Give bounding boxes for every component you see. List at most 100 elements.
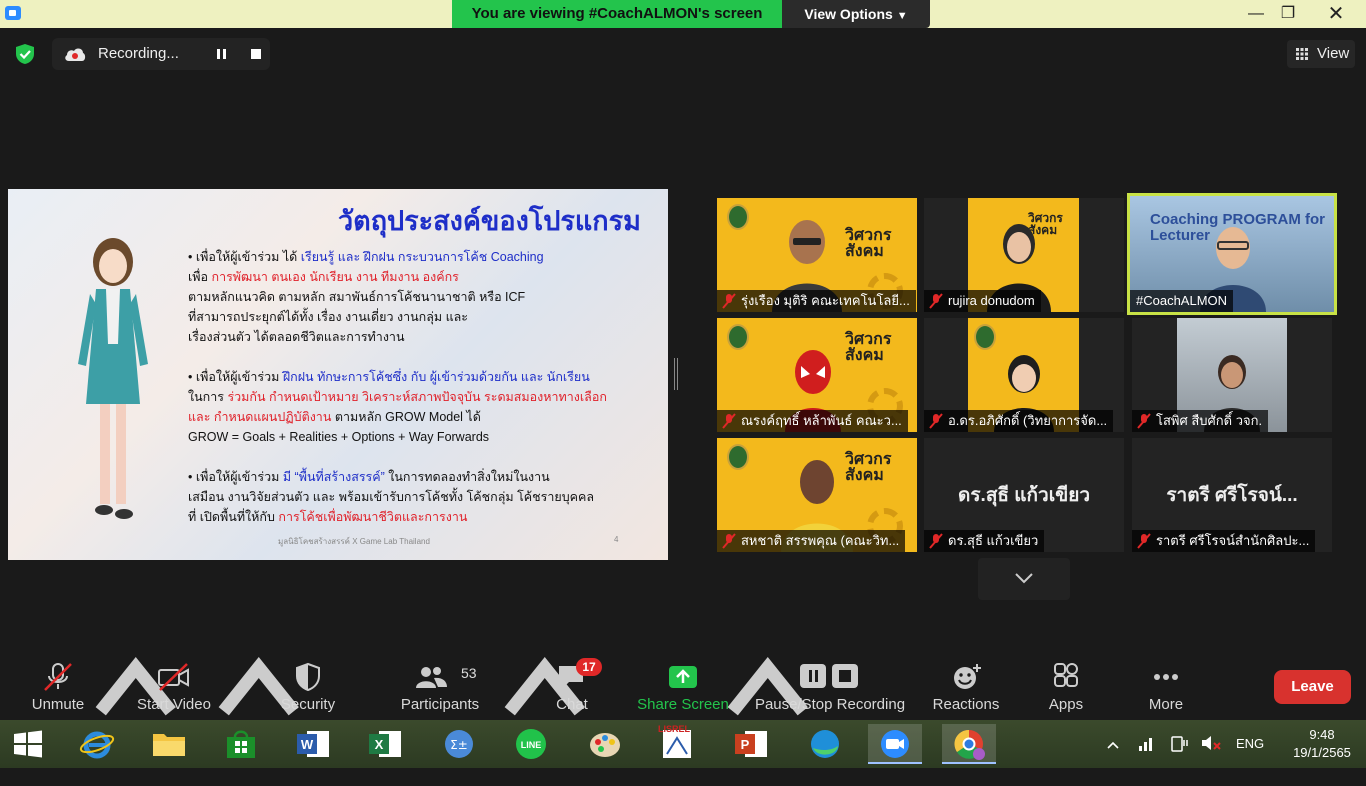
apps-button[interactable]: Apps xyxy=(1032,650,1100,720)
zoom-app-icon xyxy=(881,730,909,758)
tile-brand-text: วิศวกร สังคม xyxy=(845,227,892,260)
participant-tile[interactable]: วิศวกร สังคม ณรงค์ฤทธิ์ หล้าพันธ์ คณะว..… xyxy=(717,318,917,432)
taskbar-zoom[interactable] xyxy=(868,724,922,764)
slide-text-highlight: ร่วมกัน กำหนดเป้าหมาย วิเคราะห์สภาพปัจจุ… xyxy=(227,390,607,404)
viewing-banner: You are viewing #CoachALMON's screen xyxy=(452,0,782,28)
encryption-shield-icon[interactable] xyxy=(14,43,36,65)
stop-recording-button[interactable] xyxy=(242,42,270,66)
chat-button[interactable]: 17 Chat xyxy=(536,650,608,720)
reactions-button[interactable]: Reactions xyxy=(926,650,1006,720)
muted-mic-icon xyxy=(929,293,943,309)
taskbar-ie[interactable] xyxy=(70,724,124,764)
windows-logo-icon xyxy=(14,730,42,758)
network-signal-icon[interactable] xyxy=(1138,734,1156,782)
muted-mic-icon xyxy=(722,533,736,549)
more-dots-icon xyxy=(1154,674,1178,680)
grid-icon xyxy=(1296,48,1308,60)
taskbar-math-app[interactable]: Σ± xyxy=(432,724,486,764)
active-speaker-tile[interactable]: Coaching PROGRAM for Lecturer #CoachALMO… xyxy=(1127,193,1337,315)
participant-tile[interactable]: โสพิศ สืบศักดิ์ วจก. xyxy=(1132,318,1332,432)
slide-text: เสมือน งานวิจัยส่วนตัว และ พร้อมเข้ารับก… xyxy=(188,490,595,504)
svg-text:Σ±: Σ± xyxy=(450,738,468,752)
pause-recording-button[interactable] xyxy=(208,42,236,66)
more-button[interactable]: More xyxy=(1132,650,1200,720)
taskbar-chrome[interactable] xyxy=(942,724,996,764)
restore-button[interactable]: ❐ xyxy=(1268,0,1308,28)
taskbar-store[interactable] xyxy=(214,724,268,764)
participant-tile[interactable]: ดร.สุธี แก้วเขียว ดร.สุธี แก้วเขียว xyxy=(924,438,1124,552)
taskbar-word[interactable]: W xyxy=(286,724,340,764)
paint-palette-icon xyxy=(590,733,620,757)
start-button[interactable] xyxy=(2,724,56,764)
muted-mic-icon xyxy=(722,293,736,309)
view-label: View xyxy=(1317,45,1350,62)
participant-name: ราตรี ศรีโรจน์สำนักศิลปะ... xyxy=(1132,530,1316,552)
close-button[interactable]: ✕ xyxy=(1316,0,1356,28)
participant-name: #CoachALMON xyxy=(1130,290,1234,312)
input-language[interactable]: ENG xyxy=(1236,720,1264,768)
unmute-label: Unmute xyxy=(31,696,85,713)
taskbar-file-explorer[interactable] xyxy=(142,724,196,764)
excel-icon: X xyxy=(369,731,401,757)
powerpoint-icon: P xyxy=(735,731,767,757)
pause-stop-recording-button[interactable]: Pause/Stop Recording xyxy=(752,650,908,720)
view-layout-button[interactable]: View xyxy=(1287,40,1355,68)
start-video-label: Start Video xyxy=(137,696,211,713)
share-screen-icon xyxy=(669,666,697,688)
panel-resize-handle[interactable] xyxy=(674,358,678,390)
participant-tile[interactable]: วิศวกร สังคม rujira donudom xyxy=(924,198,1124,312)
slide-text: ในการ xyxy=(188,390,228,404)
security-button[interactable]: Security xyxy=(270,650,346,720)
muted-mic-icon xyxy=(929,413,943,429)
zoom-app-icon xyxy=(5,6,21,20)
slide-text-highlight: ฝึกฝน ทักษะการโค้ชซึ่ง กับ ผู้เข้าร่วมด้… xyxy=(282,370,590,384)
chevron-down-icon xyxy=(1015,573,1033,584)
next-page-tiles-button[interactable] xyxy=(978,558,1070,600)
smiley-plus-icon xyxy=(954,664,981,689)
university-logo-icon xyxy=(727,324,749,350)
participant-name: ณรงค์ฤทธิ์ หล้าพันธ์ คณะว... xyxy=(717,410,908,432)
share-screen-button[interactable]: Share Screen xyxy=(634,650,732,720)
slide-text: ตามหลักแนวคิด ตามหลัก สมาพันธ์การโค้ชนาน… xyxy=(188,290,526,304)
leave-meeting-button[interactable]: Leave xyxy=(1274,670,1351,704)
chat-unread-badge: 17 xyxy=(576,658,602,676)
taskbar-line[interactable]: LINE xyxy=(504,724,558,764)
slide-text: ในการทดลองทำสิ่งใหม่ในงาน xyxy=(384,470,550,484)
taskbar-lisrel[interactable]: LISREL xyxy=(650,724,704,764)
battery-plug-icon[interactable] xyxy=(1170,734,1190,782)
video-off-icon xyxy=(158,663,189,691)
clock[interactable]: 9:48 19/1/2565 xyxy=(1290,726,1354,762)
folder-icon xyxy=(153,734,185,756)
view-options-button[interactable]: View Options ▼ xyxy=(782,0,930,28)
tray-show-hidden-icon[interactable] xyxy=(1106,738,1120,786)
slide-text: ที่ เปิดพื้นที่ให้กับ xyxy=(188,510,279,524)
unmute-button[interactable]: Unmute xyxy=(20,650,96,720)
svg-text:X: X xyxy=(375,737,384,752)
taskbar-edge[interactable] xyxy=(798,724,852,764)
slide-text: • เพื่อให้ผู้เข้าร่วม ได้ xyxy=(188,250,301,264)
chrome-browser-icon xyxy=(954,729,985,760)
participant-tile[interactable]: วิศวกร สังคม สหชาติ สรรพคุณ (คณะวิท... xyxy=(717,438,917,552)
participants-button[interactable]: 53 Participants xyxy=(395,650,485,720)
participant-tile[interactable]: อ.ดร.อภิศักดิ์ (วิทยาการจัด... xyxy=(924,318,1124,432)
participant-name: ดร.สุธี แก้วเขียว xyxy=(924,530,1045,552)
recording-indicator: Recording... xyxy=(52,38,270,70)
start-video-button[interactable]: Start Video xyxy=(130,650,218,720)
windows-taskbar: W X Σ± LINE LISREL P ENG 9:48 19/1/2565 xyxy=(0,720,1366,768)
volume-muted-icon[interactable] xyxy=(1200,734,1222,782)
more-label: More xyxy=(1148,696,1184,713)
taskbar-excel[interactable]: X xyxy=(358,724,412,764)
participant-tile[interactable]: วิศวกร สังคม รุ่งเรือง มุติริ คณะเทคโนโล… xyxy=(717,198,917,312)
participant-tile[interactable]: ราตรี ศรีโรจน์... ราตรี ศรีโรจน์สำนักศิล… xyxy=(1132,438,1332,552)
clock-date: 19/1/2565 xyxy=(1293,745,1351,760)
taskbar-paint[interactable] xyxy=(578,724,632,764)
chevron-down-icon: ▼ xyxy=(896,10,908,22)
taskbar-powerpoint[interactable]: P xyxy=(724,724,778,764)
participant-name: รุ่งเรือง มุติริ คณะเทคโนโลยี... xyxy=(717,290,916,312)
meeting-toolbar: Unmute Start Video Security 53 Participa… xyxy=(0,650,1366,720)
cartoon-woman-illustration xyxy=(78,238,148,519)
slide-text: • เพื่อให้ผู้เข้าร่วม xyxy=(188,370,283,384)
slide-text: • เพื่อให้ผู้เข้าร่วม xyxy=(188,470,283,484)
lisrel-label: LISREL xyxy=(658,724,691,734)
participants-label: Participants xyxy=(400,696,480,713)
